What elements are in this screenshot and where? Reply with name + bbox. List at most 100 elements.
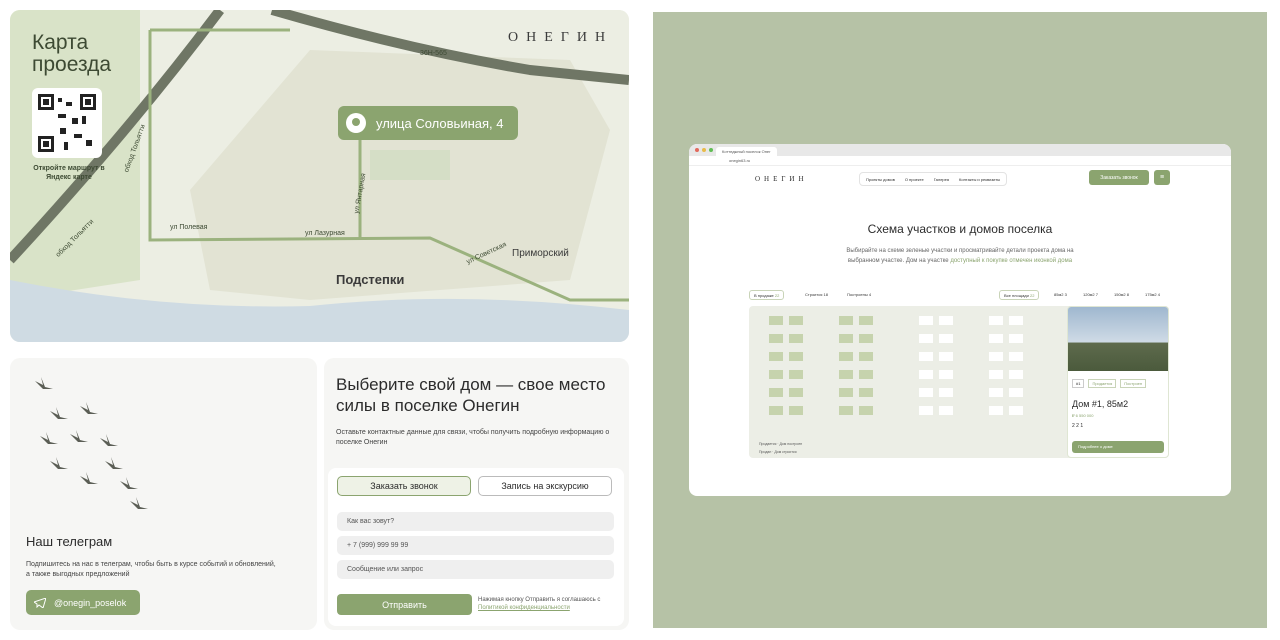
legend-item: Дом построен bbox=[779, 442, 803, 446]
house-price: ₽ 6 550 000 bbox=[1072, 413, 1094, 418]
telegram-button[interactable]: @onegin_poselok bbox=[26, 590, 140, 615]
plan-lot[interactable] bbox=[769, 316, 783, 325]
plan-legend: Продается · Дом построен Продан · Дом ст… bbox=[759, 442, 803, 454]
telegram-title: Наш телеграм bbox=[26, 534, 113, 549]
website-mockup-panel: Коттеджный поселок Онег onegin63.ru ОНЕГ… bbox=[653, 12, 1267, 628]
site-logo[interactable]: ОНЕГИН bbox=[755, 175, 808, 183]
plan-lot[interactable] bbox=[859, 370, 873, 379]
submit-button[interactable]: Отправить bbox=[337, 594, 472, 615]
filter-120[interactable]: 120м2 7 bbox=[1083, 292, 1098, 297]
plan-lot[interactable] bbox=[789, 316, 803, 325]
burger-menu-icon[interactable]: ≡ bbox=[1154, 170, 1170, 185]
filter-all-areas[interactable]: Все площади 22 bbox=[999, 290, 1040, 300]
scheme-title: Схема участков и домов поселка bbox=[867, 222, 1053, 236]
minimize-dot-icon[interactable] bbox=[702, 148, 706, 152]
plan-lot[interactable] bbox=[769, 370, 783, 379]
plan-lot[interactable] bbox=[859, 316, 873, 325]
plan-lot[interactable] bbox=[839, 334, 853, 343]
qr-code[interactable] bbox=[32, 88, 102, 158]
legend-item: Продается bbox=[759, 442, 777, 446]
menu-item-gallery[interactable]: Галерея bbox=[934, 177, 949, 182]
plan-lot[interactable] bbox=[839, 406, 853, 415]
street-label: ул Лазурная bbox=[305, 230, 345, 237]
filter-building[interactable]: Строится 18 bbox=[805, 292, 828, 297]
house-tag: #1 bbox=[1072, 379, 1085, 388]
plan-lot[interactable] bbox=[989, 370, 1003, 379]
plan-lot[interactable] bbox=[939, 352, 953, 361]
plan-lot[interactable] bbox=[839, 388, 853, 397]
qr-icon bbox=[38, 94, 96, 152]
filter-on-sale[interactable]: В продаже 22 bbox=[749, 290, 785, 300]
house-details-button[interactable]: Подробнее о доме bbox=[1072, 441, 1164, 453]
plan-lot[interactable] bbox=[939, 316, 953, 325]
plan-lot[interactable] bbox=[859, 388, 873, 397]
plan-lot[interactable] bbox=[989, 316, 1003, 325]
street-label: ул Полевая bbox=[170, 224, 208, 231]
plan-lot[interactable] bbox=[919, 406, 933, 415]
plan-lot[interactable] bbox=[1009, 388, 1023, 397]
plan-lot[interactable] bbox=[769, 334, 783, 343]
scheme-desc-link[interactable]: доступный к покупке отмечен иконкой дома bbox=[950, 258, 1072, 264]
plan-lot[interactable] bbox=[859, 352, 873, 361]
filter-150[interactable]: 150м2 8 bbox=[1114, 292, 1129, 297]
address-bar[interactable]: onegin63.ru bbox=[689, 156, 1231, 166]
plan-lot[interactable] bbox=[1009, 316, 1023, 325]
plan-lot[interactable] bbox=[789, 388, 803, 397]
name-input[interactable]: Как вас зовут? bbox=[337, 512, 614, 531]
message-input[interactable]: Сообщение или запрос bbox=[337, 560, 614, 579]
plan-lot[interactable] bbox=[989, 406, 1003, 415]
browser-window: Коттеджный поселок Онег onegin63.ru ОНЕГ… bbox=[689, 144, 1231, 496]
plan-lot[interactable] bbox=[939, 406, 953, 415]
plan-lot[interactable] bbox=[919, 352, 933, 361]
tab-call[interactable]: Заказать звонок bbox=[337, 476, 471, 496]
plan-lot[interactable] bbox=[789, 352, 803, 361]
plan-lot[interactable] bbox=[839, 316, 853, 325]
plan-lot[interactable] bbox=[789, 406, 803, 415]
address-pin-label: улица Соловьиная, 4 bbox=[376, 115, 504, 131]
plan-lot[interactable] bbox=[939, 334, 953, 343]
house-tag: Построен bbox=[1120, 379, 1147, 388]
filter-built[interactable]: Построены 4 bbox=[847, 292, 871, 297]
plan-lot[interactable] bbox=[989, 388, 1003, 397]
site-header: ОНЕГИН Проекты домов О проекте Галерея К… bbox=[689, 166, 1231, 190]
plan-lot[interactable] bbox=[789, 370, 803, 379]
plan-lot[interactable] bbox=[989, 352, 1003, 361]
menu-item-about[interactable]: О проекте bbox=[905, 177, 924, 182]
plan-lot[interactable] bbox=[989, 334, 1003, 343]
plan-lot[interactable] bbox=[1009, 352, 1023, 361]
filter-85[interactable]: 85м2 3 bbox=[1054, 292, 1067, 297]
form-title: Выберите свой дом — свое место силы в по… bbox=[336, 375, 606, 415]
plan-lot[interactable] bbox=[859, 334, 873, 343]
tab-tour[interactable]: Запись на экскурсию bbox=[478, 476, 612, 496]
filter-175[interactable]: 175м2 4 bbox=[1145, 292, 1160, 297]
plan-lot[interactable] bbox=[769, 406, 783, 415]
menu-item-projects[interactable]: Проекты домов bbox=[866, 177, 895, 182]
plan-lot[interactable] bbox=[939, 388, 953, 397]
privacy-policy-link[interactable]: Политикой конфиденциальности bbox=[478, 605, 570, 611]
address-pin[interactable]: улица Соловьиная, 4 bbox=[338, 106, 518, 140]
menu-item-contacts[interactable]: Контакты и реквизиты bbox=[959, 177, 1000, 182]
close-dot-icon[interactable] bbox=[695, 148, 699, 152]
plan-lot[interactable] bbox=[1009, 334, 1023, 343]
maximize-dot-icon[interactable] bbox=[709, 148, 713, 152]
plan-lot[interactable] bbox=[839, 370, 853, 379]
location-pin-icon bbox=[346, 113, 366, 133]
plan-lot[interactable] bbox=[919, 388, 933, 397]
plan-lot[interactable] bbox=[769, 388, 783, 397]
plan-lot[interactable] bbox=[1009, 406, 1023, 415]
plan-lot[interactable] bbox=[939, 370, 953, 379]
telegram-description: Подпишитесь на нас в телеграм, чтобы быт… bbox=[26, 561, 276, 578]
phone-input[interactable]: + 7 (999) 999 99 99 bbox=[337, 536, 614, 555]
house-card[interactable]: #1 Продается Построен Дом #1, 85м2 ₽ 6 5… bbox=[1067, 306, 1169, 458]
plan-lot[interactable] bbox=[839, 352, 853, 361]
plan-lot[interactable] bbox=[919, 334, 933, 343]
browser-tab[interactable]: Коттеджный поселок Онег bbox=[716, 147, 777, 156]
plan-lot[interactable] bbox=[919, 316, 933, 325]
plan-lot[interactable] bbox=[859, 406, 873, 415]
town-label: Приморский bbox=[512, 248, 569, 259]
plan-lot[interactable] bbox=[1009, 370, 1023, 379]
plan-lot[interactable] bbox=[919, 370, 933, 379]
site-call-button[interactable]: Заказать звонок bbox=[1089, 170, 1149, 185]
plan-lot[interactable] bbox=[789, 334, 803, 343]
plan-lot[interactable] bbox=[769, 352, 783, 361]
